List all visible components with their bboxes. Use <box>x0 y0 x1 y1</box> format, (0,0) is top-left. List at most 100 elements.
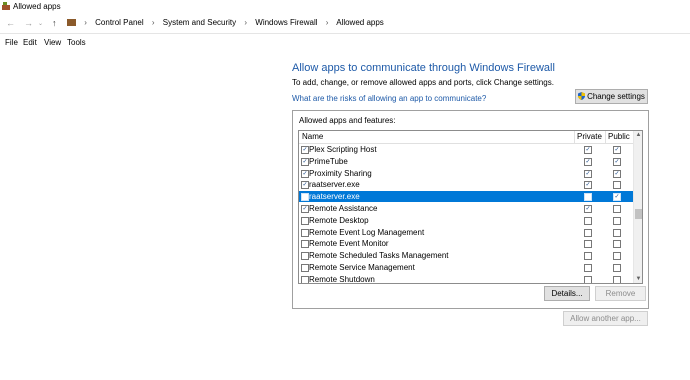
breadcrumb-control-panel[interactable]: Control Panel <box>95 18 143 27</box>
public-checkbox[interactable] <box>613 205 621 213</box>
app-enabled-checkbox[interactable] <box>301 264 309 272</box>
up-arrow-icon[interactable]: ↑ <box>52 18 57 28</box>
private-checkbox[interactable] <box>584 228 592 237</box>
private-checkbox[interactable]: ✓ <box>584 205 592 213</box>
scroll-down-icon[interactable]: ▼ <box>634 276 642 282</box>
public-checkbox[interactable] <box>613 181 621 190</box>
menu-edit[interactable]: Edit <box>23 38 37 47</box>
table-row[interactable]: Remote Shutdown <box>299 274 633 284</box>
public-checkbox[interactable]: ✓ <box>613 146 621 154</box>
public-checkbox[interactable] <box>613 228 621 237</box>
table-row[interactable]: Remote Event Monitor <box>299 238 633 249</box>
table-row[interactable]: raatserver.exe ✓ <box>299 191 633 203</box>
public-checkbox[interactable] <box>613 252 621 261</box>
app-enabled-checkbox[interactable] <box>301 252 309 261</box>
column-header-private[interactable]: Private <box>577 132 602 141</box>
table-row[interactable]: Remote Event Log Management <box>299 227 633 238</box>
vertical-scrollbar[interactable]: ▲ ▼ <box>633 131 642 283</box>
private-checkbox[interactable] <box>584 240 592 249</box>
public-checkbox[interactable] <box>613 216 621 225</box>
app-enabled-checkbox[interactable]: ✓ <box>301 205 309 213</box>
public-checkbox[interactable] <box>613 240 621 249</box>
public-checkbox[interactable]: ✓ <box>613 157 621 166</box>
allowed-apps-group: Allowed apps and features: Name Private … <box>292 110 649 309</box>
app-name: Remote Assistance <box>309 204 378 213</box>
window-title: Allowed apps <box>13 2 61 11</box>
allowed-apps-title: Allowed apps and features: <box>299 116 396 125</box>
list-header: Name Private Public <box>299 131 633 144</box>
breadcrumb-allowed-apps[interactable]: Allowed apps <box>336 18 384 27</box>
breadcrumb-separator-icon[interactable]: › <box>244 18 247 27</box>
app-enabled-checkbox[interactable]: ✓ <box>301 181 309 190</box>
firewall-app-icon <box>2 2 10 10</box>
details-button[interactable]: Details... <box>544 286 590 301</box>
column-header-name[interactable]: Name <box>302 132 323 141</box>
table-row[interactable]: ✓ Remote Assistance ✓ <box>299 203 633 214</box>
app-enabled-checkbox[interactable] <box>301 240 309 249</box>
app-name: Remote Shutdown <box>309 274 375 284</box>
table-row[interactable]: ✓ raatserver.exe ✓ <box>299 179 633 190</box>
uac-shield-icon <box>578 92 586 100</box>
table-row[interactable]: Remote Scheduled Tasks Management <box>299 250 633 261</box>
private-checkbox[interactable] <box>584 216 592 225</box>
menu-file[interactable]: File <box>5 38 18 47</box>
scrollbar-thumb[interactable] <box>635 209 642 219</box>
table-row[interactable]: ✓ PrimeTube ✓ ✓ <box>299 156 633 167</box>
change-settings-label: Change settings <box>587 92 645 101</box>
recent-dropdown-icon[interactable]: ⌄ <box>38 20 43 27</box>
address-bar: ← → ⌄ ↑ › Control Panel › System and Sec… <box>0 15 690 34</box>
app-name: PrimeTube <box>309 156 348 166</box>
title-bar: Allowed apps <box>0 0 690 14</box>
page-title: Allow apps to communicate through Window… <box>292 62 555 74</box>
app-enabled-checkbox[interactable] <box>301 275 309 283</box>
app-enabled-checkbox[interactable] <box>301 216 309 225</box>
public-checkbox[interactable]: ✓ <box>613 193 621 202</box>
table-row[interactable]: Remote Desktop <box>299 215 633 226</box>
breadcrumb: › Control Panel › System and Security › … <box>67 18 390 27</box>
allowed-apps-list[interactable]: Name Private Public ✓ Plex Scripting Host… <box>298 130 643 284</box>
breadcrumb-separator-icon[interactable]: › <box>84 18 87 27</box>
table-row[interactable]: ✓ Proximity Sharing ✓ ✓ <box>299 168 633 179</box>
menu-tools[interactable]: Tools <box>67 38 86 47</box>
table-row[interactable]: ✓ Plex Scripting Host ✓ ✓ <box>299 144 633 155</box>
app-enabled-checkbox[interactable]: ✓ <box>301 146 309 154</box>
private-checkbox[interactable]: ✓ <box>584 146 592 154</box>
control-panel-folder-icon <box>67 19 76 26</box>
app-name: Plex Scripting Host <box>309 145 377 154</box>
breadcrumb-system-and-security[interactable]: System and Security <box>163 18 236 27</box>
page-description: To add, change, or remove allowed apps a… <box>292 78 554 87</box>
app-name: Proximity Sharing <box>309 168 372 178</box>
column-divider[interactable] <box>574 131 575 143</box>
change-settings-button[interactable]: Change settings <box>575 89 648 104</box>
breadcrumb-windows-firewall[interactable]: Windows Firewall <box>255 18 317 27</box>
breadcrumb-separator-icon[interactable]: › <box>326 18 329 27</box>
private-checkbox[interactable] <box>584 264 592 272</box>
private-checkbox[interactable] <box>584 275 592 283</box>
app-enabled-checkbox[interactable]: ✓ <box>301 169 309 178</box>
table-row[interactable]: Remote Service Management <box>299 262 633 273</box>
app-name: Remote Event Log Management <box>309 227 425 237</box>
private-checkbox[interactable]: ✓ <box>584 157 592 166</box>
private-checkbox[interactable]: ✓ <box>584 169 592 178</box>
app-enabled-checkbox[interactable] <box>301 228 309 237</box>
private-checkbox[interactable] <box>584 252 592 261</box>
public-checkbox[interactable] <box>613 264 621 272</box>
private-checkbox[interactable]: ✓ <box>584 181 592 190</box>
menu-view[interactable]: View <box>44 38 61 47</box>
breadcrumb-separator-icon[interactable]: › <box>152 18 155 27</box>
app-name: Remote Scheduled Tasks Management <box>309 251 449 261</box>
column-header-public[interactable]: Public <box>608 132 630 141</box>
public-checkbox[interactable]: ✓ <box>613 169 621 178</box>
private-checkbox[interactable] <box>584 193 592 202</box>
risks-link[interactable]: What are the risks of allowing an app to… <box>292 94 486 103</box>
back-arrow-icon[interactable]: ← <box>6 18 15 28</box>
forward-arrow-icon[interactable]: → <box>24 18 33 28</box>
app-enabled-checkbox[interactable]: ✓ <box>301 157 309 166</box>
allow-another-app-button[interactable]: Allow another app... <box>563 311 648 326</box>
app-name: raatserver.exe <box>309 180 360 190</box>
column-divider[interactable] <box>605 131 606 143</box>
scroll-up-icon[interactable]: ▲ <box>634 132 642 138</box>
public-checkbox[interactable] <box>613 275 621 283</box>
app-enabled-checkbox[interactable] <box>301 193 309 202</box>
remove-button[interactable]: Remove <box>595 286 646 301</box>
